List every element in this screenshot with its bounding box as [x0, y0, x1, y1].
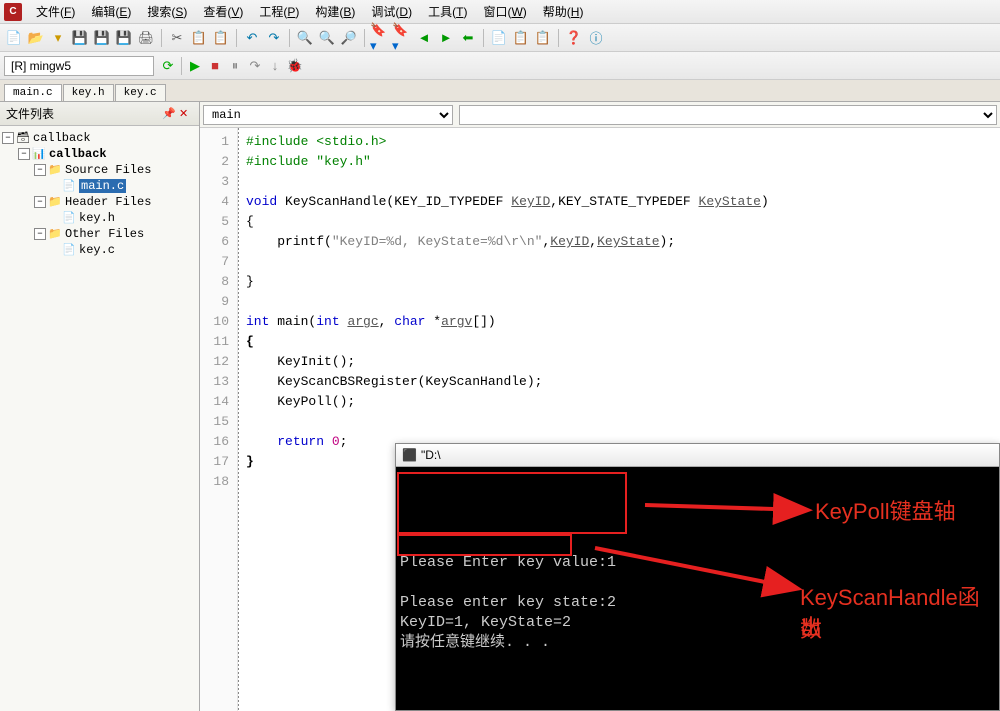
tree-project[interactable]: callback [49, 147, 107, 161]
step-into-button[interactable]: ↓ [265, 56, 285, 76]
help-button[interactable]: ❓ [564, 28, 584, 48]
tree-file[interactable]: main.c [79, 179, 126, 193]
panel-header: 文件列表 📌 ✕ [0, 102, 199, 126]
prev-bookmark-button[interactable]: ◄ [414, 28, 434, 48]
tree-toggle-icon[interactable]: − [18, 148, 30, 160]
console-window: ⬛ "D:\ Please Enter key value:1 Please e… [395, 443, 1000, 711]
workspace-icon: 🗃 [16, 131, 30, 145]
tree-toggle-icon[interactable]: − [2, 132, 14, 144]
symbol-select[interactable] [459, 105, 997, 125]
file-list-panel: 文件列表 📌 ✕ − 🗃 callback − 📊 callback −📁Sou… [0, 102, 200, 711]
file-icon: 📄 [62, 211, 76, 225]
tree-toggle-icon[interactable]: − [34, 228, 46, 240]
project-tree: − 🗃 callback − 📊 callback −📁Source Files… [0, 126, 199, 262]
line-gutter: 123456789101112131415161718 [200, 128, 238, 711]
undo-button[interactable]: ↶ [242, 28, 262, 48]
menu-d[interactable]: 调试(D) [363, 1, 420, 22]
redo-button[interactable]: ↷ [264, 28, 284, 48]
pin-icon[interactable]: 📌 [162, 107, 176, 121]
console-titlebar[interactable]: ⬛ "D:\ [396, 444, 999, 467]
cut-button[interactable]: ✂ [167, 28, 187, 48]
open-button[interactable]: 📂 [26, 28, 46, 48]
menu-s[interactable]: 搜索(S) [139, 1, 195, 22]
doc3-button[interactable]: 📋 [533, 28, 553, 48]
doc1-button[interactable]: 📄 [489, 28, 509, 48]
annotation-text-2: KeyScanHandle函数 [800, 580, 1000, 644]
menu-e[interactable]: 编辑(E) [83, 1, 139, 22]
menu-v[interactable]: 查看(V) [195, 1, 251, 22]
function-select[interactable]: main [203, 105, 453, 125]
project-icon: 📊 [32, 147, 46, 161]
debug-button[interactable]: ⏸ [225, 56, 245, 76]
folder-icon: 📁 [48, 195, 62, 209]
find-button[interactable]: 🔍 [295, 28, 315, 48]
file-icon: 📄 [62, 179, 76, 193]
tree-toggle-icon[interactable]: − [34, 164, 46, 176]
print-button[interactable]: 🖨 [136, 28, 156, 48]
menu-w[interactable]: 窗口(W) [475, 1, 534, 22]
run-button[interactable]: ▶ [185, 56, 205, 76]
annotation-box-1 [397, 472, 627, 534]
console-title-text: "D:\ [421, 448, 441, 462]
close-panel-icon[interactable]: ✕ [179, 107, 193, 121]
step-out-button[interactable]: 🐞 [285, 56, 305, 76]
tree-toggle-icon[interactable]: − [34, 196, 46, 208]
info-button[interactable]: ⓘ [586, 28, 606, 48]
step-over-button[interactable]: ↷ [245, 56, 265, 76]
copy-button[interactable]: 📋 [189, 28, 209, 48]
tree-folder[interactable]: Source Files [65, 163, 151, 177]
save-multi-button[interactable]: 💾 [114, 28, 134, 48]
main-toolbar: 📄 📂 ▾ 💾 💾 💾 🖨 ✂ 📋 📋 ↶ ↷ 🔍 🔍 🔎 🔖▾ 🔖▾ ◄ ► … [0, 24, 1000, 52]
folder-icon: 📁 [48, 163, 62, 177]
menu-f[interactable]: 文件(F) [28, 1, 83, 22]
replace-button[interactable]: 🔍 [317, 28, 337, 48]
save-all-button[interactable]: 💾 [70, 28, 90, 48]
file-icon: 📄 [62, 243, 76, 257]
file-tab[interactable]: key.c [115, 84, 166, 101]
menu-b[interactable]: 构建(B) [307, 1, 363, 22]
back-button[interactable]: ⬅ [458, 28, 478, 48]
save-button[interactable]: 💾 [92, 28, 112, 48]
annotation-text-3: 出 [800, 610, 822, 642]
menu-p[interactable]: 工程(P) [251, 1, 307, 22]
file-tab[interactable]: main.c [4, 84, 62, 101]
build-target-select[interactable] [4, 56, 154, 76]
menu-t[interactable]: 工具(T) [420, 1, 475, 22]
next-bookmark-button[interactable]: ► [436, 28, 456, 48]
find-in-files-button[interactable]: 🔎 [339, 28, 359, 48]
new-file-button[interactable]: 📄 [4, 28, 24, 48]
doc2-button[interactable]: 📋 [511, 28, 531, 48]
tree-folder[interactable]: Header Files [65, 195, 151, 209]
folder-icon: 📁 [48, 227, 62, 241]
bookmark2-button[interactable]: 🔖▾ [392, 28, 412, 48]
bookmark-button[interactable]: 🔖▾ [370, 28, 390, 48]
console-icon: ⬛ [402, 448, 417, 462]
panel-title: 文件列表 [6, 105, 54, 122]
menu-bar: C 文件(F)编辑(E)搜索(S)查看(V)工程(P)构建(B)调试(D)工具(… [0, 0, 1000, 24]
function-navigator: main [200, 102, 1000, 128]
open-dropdown[interactable]: ▾ [48, 28, 68, 48]
tree-folder[interactable]: Other Files [65, 227, 144, 241]
menu-h[interactable]: 帮助(H) [535, 1, 592, 22]
tree-workspace[interactable]: callback [33, 131, 91, 145]
annotation-text-1: KeyPoll键盘轴 [815, 494, 956, 526]
tree-file[interactable]: key.h [79, 211, 115, 225]
file-tab[interactable]: key.h [63, 84, 114, 101]
build-config-toolbar: ⟳ ▶ ■ ⏸ ↷ ↓ 🐞 [0, 52, 1000, 80]
stop-button[interactable]: ■ [205, 56, 225, 76]
app-icon: C [4, 3, 22, 21]
tree-file[interactable]: key.c [79, 243, 115, 257]
paste-button[interactable]: 📋 [211, 28, 231, 48]
target-refresh-button[interactable]: ⟳ [158, 56, 178, 76]
file-tabs: main.ckey.hkey.c [0, 80, 1000, 102]
